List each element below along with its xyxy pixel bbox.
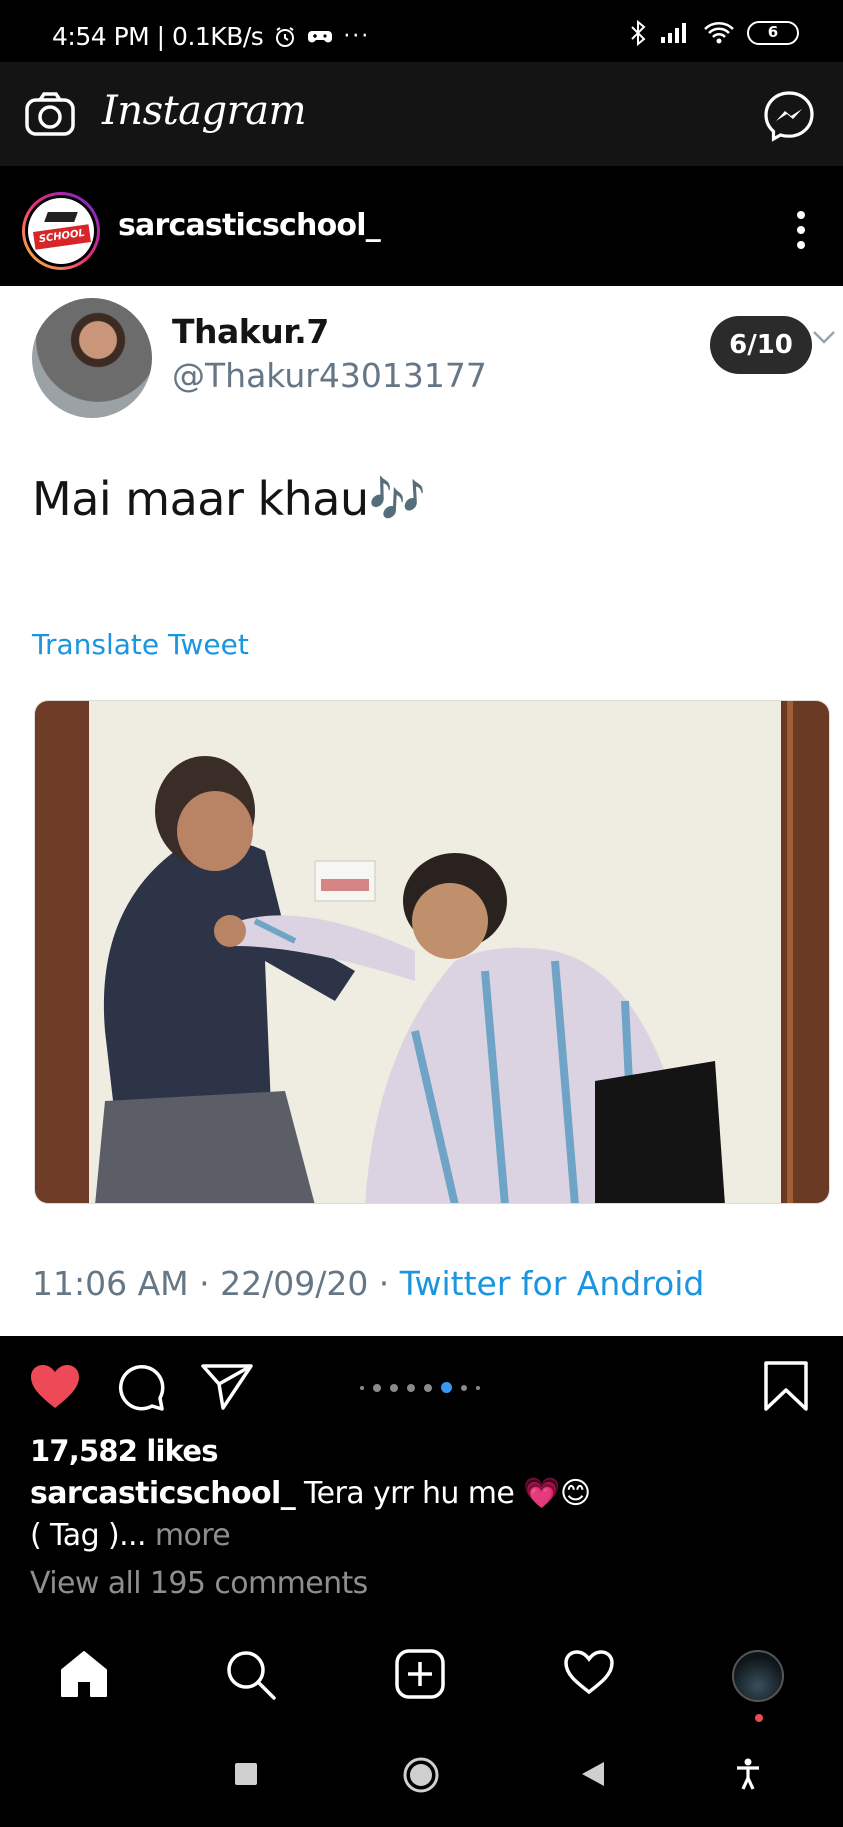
tweet-avatar (32, 298, 152, 418)
profile-icon[interactable] (732, 1650, 784, 1702)
tweet-text: Mai maar khau🎶 (32, 472, 426, 526)
share-icon[interactable] (200, 1362, 254, 1410)
carousel-dot (360, 1385, 364, 1390)
tweet-photo-illustration (35, 701, 829, 1203)
caption-tag: ( Tag )... (30, 1518, 146, 1553)
caption-more-link[interactable]: more (146, 1518, 231, 1553)
notification-dot (755, 1714, 763, 1722)
bottom-nav (0, 1612, 843, 1732)
school-logo: SCHOOL (28, 198, 94, 264)
likes-count[interactable]: 17,582 likes (30, 1434, 219, 1468)
post-header: SCHOOL sarcasticschool_ (0, 166, 843, 286)
bookmark-icon[interactable] (763, 1360, 809, 1412)
status-left: 4:54 PM | 0.1KB/s ··· (52, 22, 370, 51)
chevron-down-icon (813, 331, 835, 344)
graduation-cap-icon (44, 212, 78, 222)
accessibility-icon[interactable] (736, 1758, 760, 1790)
system-nav-bar (0, 1732, 843, 1827)
tweet-name: Thakur.7 (172, 312, 329, 351)
back-icon[interactable] (580, 1760, 606, 1788)
carousel-dot (407, 1383, 415, 1392)
tweet-time-date: 11:06 AM · 22/09/20 · (32, 1264, 400, 1303)
gamepad-icon (308, 30, 333, 42)
camera-icon[interactable] (24, 92, 76, 138)
new-post-icon[interactable] (394, 1648, 446, 1700)
tweet-source: Twitter for Android (399, 1264, 705, 1303)
bluetooth-icon (631, 20, 646, 46)
tweet-photo (34, 700, 830, 1204)
recents-icon[interactable] (234, 1762, 258, 1786)
comment-icon[interactable] (116, 1362, 166, 1412)
carousel-dot-active (441, 1382, 452, 1393)
app-title: Instagram (102, 88, 307, 134)
caption: sarcasticschool_ Tera yrr hu me 💗😊 (30, 1476, 591, 1511)
home-icon[interactable] (58, 1648, 110, 1700)
tweet-handle: @Thakur43013177 (172, 356, 487, 395)
alarm-icon (276, 26, 295, 47)
status-right: 6 (629, 20, 799, 46)
home-circle-icon[interactable] (402, 1756, 440, 1794)
carousel-dot (390, 1383, 398, 1392)
caption-text: Tera yrr hu me 💗😊 (295, 1476, 591, 1511)
status-time-speed: 4:54 PM | 0.1KB/s (52, 22, 264, 51)
carousel-counter: 6/10 (710, 316, 812, 374)
status-bar: 4:54 PM | 0.1KB/s ··· 6 (0, 0, 843, 62)
battery-icon: 6 (747, 21, 799, 45)
messenger-icon[interactable] (763, 90, 815, 142)
search-icon[interactable] (224, 1648, 278, 1702)
carousel-dot (373, 1383, 381, 1392)
wifi-icon (704, 22, 734, 44)
translate-tweet-link[interactable]: Translate Tweet (32, 628, 249, 661)
view-all-comments-link[interactable]: View all 195 comments (30, 1566, 368, 1601)
caption-line-2: ( Tag )... more (30, 1518, 231, 1553)
post-media-tweet[interactable]: Thakur.7 @Thakur43013177 6/10 Mai maar k… (0, 286, 843, 1336)
signal-icon (661, 23, 686, 43)
avatar-badge: SCHOOL (33, 224, 91, 250)
caption-username[interactable]: sarcasticschool_ (30, 1476, 296, 1511)
more-dots-icon: ··· (343, 24, 371, 49)
post-avatar[interactable]: SCHOOL (22, 192, 100, 270)
post-action-row (0, 1336, 843, 1436)
tweet-timestamp: 11:06 AM · 22/09/20 · Twitter for Androi… (32, 1264, 704, 1303)
heart-icon[interactable] (28, 1362, 82, 1410)
post-username[interactable]: sarcasticschool_ (118, 208, 381, 243)
app-header: Instagram (0, 62, 843, 166)
carousel-dot (424, 1383, 432, 1392)
activity-icon[interactable] (562, 1648, 616, 1696)
carousel-dot (476, 1385, 480, 1390)
more-options-icon[interactable] (795, 210, 807, 250)
carousel-dot (461, 1384, 467, 1391)
carousel-dots (360, 1382, 480, 1393)
